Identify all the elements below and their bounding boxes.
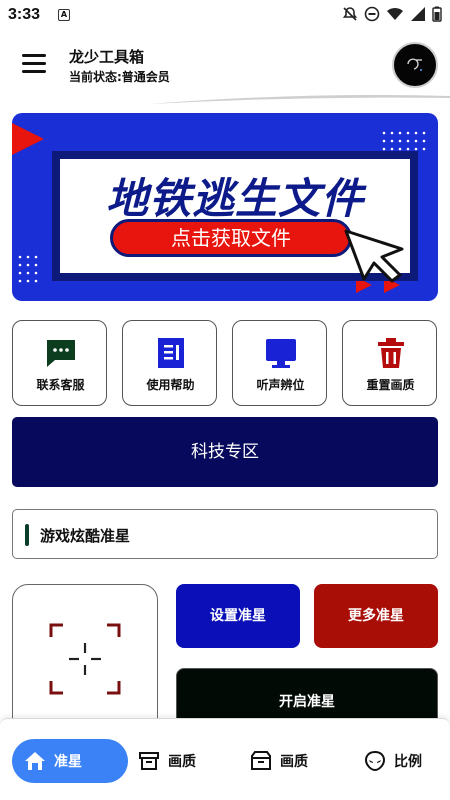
chat-icon [47,340,75,367]
quick-actions: 联系客服 使用帮助 听声辨位 重置画质 [12,320,438,406]
banner-title: 地铁逃生文件 [105,174,364,223]
crosshair-icon [49,623,121,695]
status-bar: 3:33 A [0,0,450,32]
action-label: 使用帮助 [146,378,195,392]
nav-label: 比例 [394,754,422,770]
nav-label: 准星 [54,754,82,770]
more-crosshair-button[interactable]: 更多准星 [314,584,438,648]
membership-status: 当前状态:普通会员 [69,70,170,84]
tech-zone-button[interactable]: 科技专区 [12,417,438,487]
notification-badge: A [58,9,70,21]
reset-quality-button[interactable]: 重置画质 [342,320,437,406]
alien-icon [364,750,386,772]
wifi-icon [387,7,403,20]
menu-icon [22,54,46,57]
action-label: 听声辨位 [256,378,305,392]
section-title: 游戏炫酷准星 [40,527,131,545]
set-crosshair-button[interactable]: 设置准星 [176,584,300,648]
trash-icon [378,338,404,368]
menu-button[interactable] [22,54,46,74]
signal-icon [411,7,425,21]
action-label: 重置画质 [366,378,415,392]
contact-support-button[interactable]: 联系客服 [12,320,107,406]
nav-item-quality-1[interactable]: 画质 [138,739,196,783]
archive-icon [251,751,271,770]
header-divider [150,95,450,104]
promo-banner[interactable]: 地铁逃生文件 点击获取文件 [12,113,438,301]
section-accent-bar [25,524,29,546]
nav-item-quality-2[interactable]: 画质 [250,739,308,783]
home-icon [25,752,45,770]
box-icon [139,752,159,770]
help-doc-icon [158,338,184,368]
get-file-button[interactable]: 点击获取文件 [110,219,352,257]
nav-item-crosshair[interactable]: 准星 [12,739,128,783]
status-time: 3:33 [8,6,41,23]
avatar[interactable] [392,42,438,88]
cursor-icon [344,229,404,283]
battery-icon [432,6,442,22]
nav-item-ratio[interactable]: 比例 [364,739,422,783]
status-icons [342,6,442,22]
nav-label: 画质 [168,754,196,770]
crosshair-preview[interactable] [12,584,158,734]
section-header: 游戏炫酷准星 [12,509,438,559]
help-button[interactable]: 使用帮助 [122,320,217,406]
monitor-icon [266,339,296,368]
app-title: 龙少工具箱 [69,48,145,66]
bottom-nav: 准星 画质 画质 比例 [0,718,450,800]
avatar-logo-icon [407,58,422,71]
mute-icon [342,7,358,21]
nav-label: 画质 [280,754,308,770]
action-label: 联系客服 [36,378,85,392]
sound-locate-button[interactable]: 听声辨位 [232,320,327,406]
dnd-icon [364,6,380,22]
app-header: 龙少工具箱 当前状态:普通会员 [0,36,450,98]
